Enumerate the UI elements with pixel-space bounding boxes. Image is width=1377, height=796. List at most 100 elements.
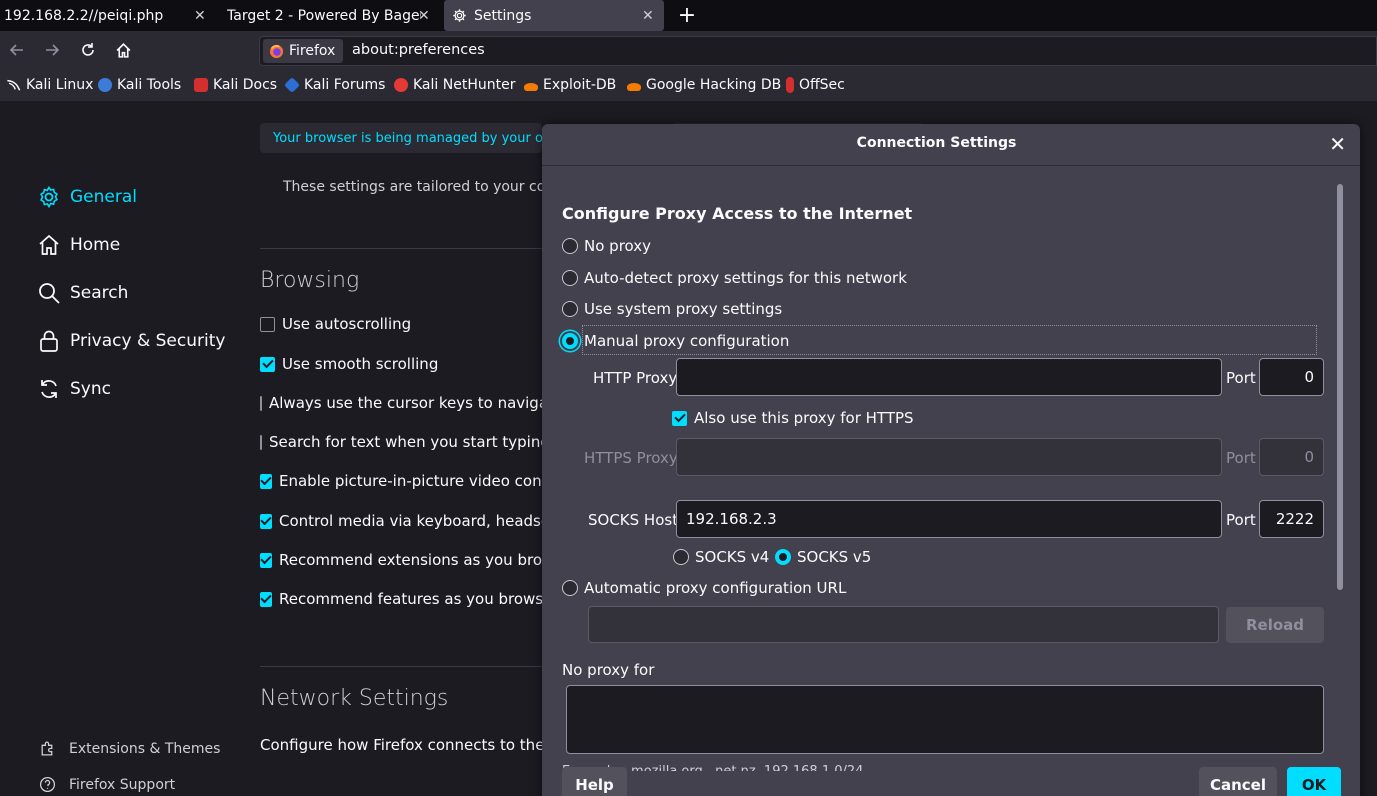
no-proxy-for-textarea[interactable] xyxy=(566,685,1324,754)
bookmark-kali-forums[interactable]: Kali Forums xyxy=(284,69,385,101)
option-label: Control media via keyboard, headset, or … xyxy=(279,512,542,530)
bookmarks-toolbar: Kali Linux Kali Tools Kali Docs Kali For… xyxy=(0,69,1377,101)
help-button[interactable]: Help xyxy=(562,767,627,796)
scrollbar[interactable] xyxy=(1337,184,1343,590)
url-bar[interactable]: Firefox about:preferences xyxy=(259,36,1377,66)
https-port-input[interactable]: 0 xyxy=(1259,438,1324,476)
no-proxy-option[interactable]: No proxy xyxy=(562,237,651,255)
port-label: Port xyxy=(1226,449,1256,467)
bookmark-offsec[interactable]: OffSec xyxy=(786,69,845,101)
option-label: Recommend extensions as you browse xyxy=(279,551,542,569)
checkbox[interactable] xyxy=(672,410,687,426)
checkbox[interactable] xyxy=(260,316,275,332)
home-button[interactable] xyxy=(110,37,136,63)
bookmark-label: Kali Linux xyxy=(26,77,94,93)
socks-port-input[interactable]: 2222 xyxy=(1259,500,1324,538)
auto-proxy-url-input[interactable] xyxy=(588,606,1219,643)
socks-v4-option[interactable]: SOCKS v4 xyxy=(673,548,769,566)
radio-button[interactable] xyxy=(562,301,578,317)
category-general[interactable]: General xyxy=(37,185,137,209)
category-search[interactable]: Search xyxy=(37,281,128,305)
kali-docs-icon xyxy=(194,78,208,92)
system-proxy-option[interactable]: Use system proxy settings xyxy=(562,300,782,318)
browsing-option[interactable]: Use autoscrolling xyxy=(260,315,542,333)
radio-button[interactable] xyxy=(562,333,578,349)
socks-v5-option[interactable]: SOCKS v5 xyxy=(775,548,871,566)
auto-detect-option[interactable]: Auto-detect proxy settings for this netw… xyxy=(562,269,907,287)
back-button[interactable] xyxy=(4,37,30,63)
checkbox[interactable] xyxy=(260,552,272,568)
browsing-option[interactable]: Recommend features as you browse xyxy=(260,590,542,608)
bookmark-kali-linux[interactable]: Kali Linux xyxy=(6,69,93,101)
managed-notice[interactable]: Your browser is being managed by your or… xyxy=(260,123,542,153)
search-icon xyxy=(39,283,60,304)
browsing-option[interactable]: Control media via keyboard, headset, or … xyxy=(260,512,542,530)
port-label: Port xyxy=(1226,369,1256,387)
category-home[interactable]: Home xyxy=(37,233,120,257)
bookmark-kali-tools[interactable]: Kali Tools xyxy=(98,69,181,101)
offsec-icon xyxy=(786,77,794,93)
radio-button[interactable] xyxy=(775,549,791,565)
category-label: Home xyxy=(70,235,121,255)
firefox-support-link[interactable]: Firefox Support xyxy=(39,776,175,793)
kali-nethunter-icon xyxy=(394,78,408,92)
category-privacy[interactable]: Privacy & Security xyxy=(37,329,225,353)
option-label: Manual proxy configuration xyxy=(584,332,790,350)
extensions-themes-link[interactable]: Extensions & Themes xyxy=(39,740,220,757)
browsing-option[interactable]: Always use the cursor keys to navigate w… xyxy=(260,394,542,412)
category-sync[interactable]: Sync xyxy=(37,377,111,401)
bookmark-kali-nethunter[interactable]: Kali NetHunter xyxy=(394,69,515,101)
forward-button[interactable] xyxy=(39,37,65,63)
also-https-option[interactable]: Also use this proxy for HTTPS xyxy=(672,409,914,427)
close-icon[interactable]: ✕ xyxy=(642,8,654,24)
bookmark-kali-docs[interactable]: Kali Docs xyxy=(194,69,277,101)
proxy-heading: Configure Proxy Access to the Internet xyxy=(562,204,913,223)
checkbox[interactable] xyxy=(260,513,272,529)
auto-proxy-url-option[interactable]: Automatic proxy configuration URL xyxy=(562,579,846,597)
socks-host-input[interactable]: 192.168.2.3 xyxy=(676,500,1222,538)
tab-target2[interactable]: Target 2 - Powered By BageCMS ✕ xyxy=(216,0,438,31)
radio-button[interactable] xyxy=(673,549,689,565)
close-icon[interactable]: ✕ xyxy=(194,8,206,24)
reload-button[interactable] xyxy=(75,37,101,63)
browsing-option[interactable]: Enable picture-in-picture video controls xyxy=(260,472,542,490)
bookmark-label: Kali NetHunter xyxy=(413,77,516,93)
category-label: Search xyxy=(70,283,129,303)
http-port-input[interactable]: 0 xyxy=(1259,358,1324,396)
radio-button[interactable] xyxy=(562,270,578,286)
http-proxy-input[interactable] xyxy=(676,358,1222,396)
browsing-option[interactable]: Recommend extensions as you browse xyxy=(260,551,542,569)
identity-label: Firefox xyxy=(289,43,336,59)
https-proxy-input[interactable] xyxy=(676,438,1222,476)
option-label: Auto-detect proxy settings for this netw… xyxy=(584,269,907,287)
radio-button[interactable] xyxy=(562,580,578,596)
home-icon xyxy=(39,234,59,255)
checkbox[interactable] xyxy=(260,434,262,450)
tab-settings[interactable]: Settings ✕ xyxy=(444,0,664,31)
tab-peiqi[interactable]: 192.168.2.2//peiqi.php ✕ xyxy=(0,0,215,31)
reload-button[interactable]: Reload xyxy=(1226,607,1324,643)
manual-proxy-option[interactable]: Manual proxy configuration xyxy=(562,332,789,350)
bookmark-google-hacking-db[interactable]: Google Hacking DB xyxy=(627,69,781,101)
checkbox[interactable] xyxy=(260,473,272,489)
identity-box[interactable]: Firefox xyxy=(263,39,343,63)
checkbox[interactable] xyxy=(260,591,272,607)
close-icon[interactable]: ✕ xyxy=(418,8,430,24)
radio-button[interactable] xyxy=(562,238,578,254)
bookmark-exploit-db[interactable]: Exploit-DB xyxy=(524,69,616,101)
option-label: Recommend features as you browse xyxy=(279,590,542,608)
close-icon[interactable]: ✕ xyxy=(1329,134,1346,154)
browsing-option[interactable]: Use smooth scrolling xyxy=(260,355,542,373)
option-label: SOCKS v5 xyxy=(797,548,872,566)
port-label: Port xyxy=(1226,511,1256,529)
checkbox[interactable] xyxy=(260,356,275,372)
new-tab-button[interactable]: + xyxy=(672,0,702,31)
url-text[interactable]: about:preferences xyxy=(352,42,485,58)
browsing-heading: Browsing xyxy=(260,268,360,293)
cancel-button[interactable]: Cancel xyxy=(1199,767,1277,796)
checkbox[interactable] xyxy=(260,395,262,411)
browsing-option[interactable]: Search for text when you start typing xyxy=(260,433,542,451)
category-label: Sync xyxy=(70,379,111,399)
ok-button[interactable]: OK xyxy=(1287,767,1341,796)
tailored-text: These settings are tailored to your comp… xyxy=(283,179,542,195)
